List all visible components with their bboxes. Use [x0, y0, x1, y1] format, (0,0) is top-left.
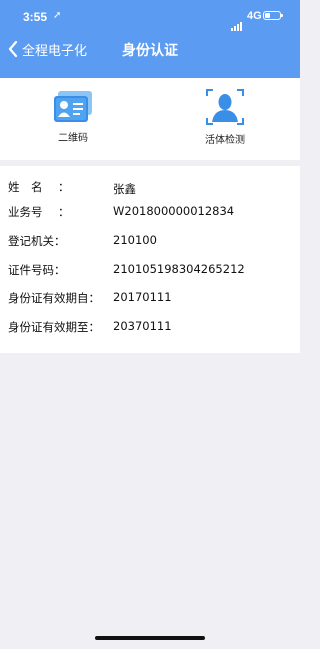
identity-info-panel: 姓 名 ： 张鑫 业务号 ： W201800000012834 登记机关： 21…: [0, 166, 300, 353]
app-header: 3:55 ➚ 4G 全程电子化 身份认证: [0, 0, 300, 78]
info-value: 20370111: [113, 319, 172, 333]
page-title: 身份认证: [122, 43, 178, 59]
info-row-valid-from: 身份证有效期自： 20170111: [0, 290, 300, 310]
network-label: 4G: [247, 10, 262, 22]
info-row-id-number: 证件号码： 210105198304265212: [0, 262, 300, 282]
info-colon: ：: [58, 205, 70, 219]
verify-actions: 二维码 活体检测: [0, 78, 300, 160]
home-indicator[interactable]: [95, 636, 205, 640]
qr-code-button[interactable]: 二维码: [38, 88, 108, 150]
qr-code-card-icon: [54, 91, 92, 122]
info-row-business-no: 业务号 ： W201800000012834: [0, 204, 300, 224]
info-key: 证件号码：: [8, 263, 66, 277]
info-key: 业务号: [8, 205, 43, 219]
location-arrow-icon: ➚: [53, 10, 62, 21]
qr-code-label: 二维码: [58, 133, 88, 144]
status-bar: 3:55 ➚ 4G: [0, 0, 300, 32]
face-scan-icon: [206, 89, 244, 125]
info-row-valid-to: 身份证有效期至： 20370111: [0, 319, 300, 339]
status-time: 3:55: [23, 10, 48, 24]
info-value: 210100: [113, 233, 157, 247]
signal-icon: [231, 12, 243, 31]
nav-bar: 全程电子化 身份认证: [0, 32, 300, 78]
info-key: 身份证有效期自：: [8, 291, 100, 305]
info-row-name: 姓 名 ： 张鑫: [0, 179, 300, 199]
info-value: 张鑫: [113, 182, 136, 196]
info-key: 身份证有效期至：: [8, 320, 100, 334]
liveness-detection-label: 活体检测: [205, 135, 245, 146]
info-colon: ：: [58, 180, 70, 194]
battery-icon: [263, 11, 283, 20]
info-key: 登记机关：: [8, 234, 66, 248]
info-value: 20170111: [113, 290, 172, 304]
info-value: 210105198304265212: [113, 262, 245, 276]
info-row-registration-authority: 登记机关： 210100: [0, 233, 300, 253]
info-key: 姓 名: [8, 180, 43, 194]
liveness-detection-button[interactable]: 活体检测: [190, 88, 260, 150]
info-value: W201800000012834: [113, 204, 235, 218]
